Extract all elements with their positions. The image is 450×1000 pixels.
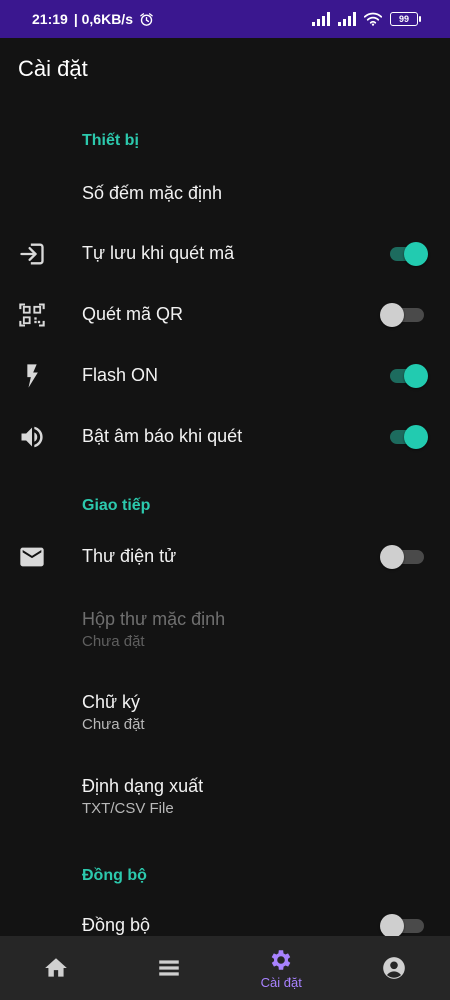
signal-icon-2 xyxy=(338,12,356,26)
status-time: 21:19 xyxy=(32,11,68,27)
email-switch[interactable] xyxy=(380,544,428,570)
account-icon xyxy=(382,957,405,979)
flash-switch-thumb xyxy=(404,364,428,388)
nav-home[interactable] xyxy=(0,936,113,1000)
qr-scan-switch-thumb xyxy=(380,303,404,327)
sync-switch-thumb xyxy=(380,914,404,938)
email-icon xyxy=(20,547,44,567)
default-count-row[interactable]: Số đếm mặc định xyxy=(0,172,450,216)
section-header-sync: Đồng bộ xyxy=(82,867,147,884)
wifi-icon xyxy=(364,12,382,26)
qr-scan-row[interactable]: Quét mã QR xyxy=(0,293,450,337)
qr-code-scan-icon xyxy=(19,303,45,327)
status-left: 21:19 | 0,6KB/s xyxy=(32,11,154,27)
sync-label: Đồng bộ xyxy=(82,915,151,935)
nav-settings[interactable]: Cài đặt xyxy=(225,936,338,1000)
export-format-label: Định dạng xuất xyxy=(82,776,204,796)
login-icon xyxy=(20,243,44,265)
menu-icon xyxy=(159,960,179,976)
alarm-icon xyxy=(140,12,153,26)
nav-list[interactable] xyxy=(113,936,226,1000)
network-speed: | 0,6KB/s xyxy=(73,11,133,27)
nav-account[interactable] xyxy=(338,936,450,1000)
bottom-navigation: Cài đặt xyxy=(0,936,450,1000)
page-title: Cài đặt xyxy=(18,56,88,81)
default-mailbox-row: Hộp thư mặc định Chưa đặt xyxy=(0,600,450,660)
signature-label: Chữ ký xyxy=(82,692,141,712)
autosave-row[interactable]: Tự lưu khi quét mã xyxy=(0,232,450,276)
default-mailbox-label: Hộp thư mặc định xyxy=(82,609,226,629)
autosave-switch-thumb xyxy=(404,242,428,266)
sound-switch-thumb xyxy=(404,425,428,449)
section-header-device: Thiết bị xyxy=(82,132,139,149)
nav-settings-label: Cài đặt xyxy=(260,974,302,990)
sound-row[interactable]: Bật âm báo khi quét xyxy=(0,415,450,459)
sound-switch[interactable] xyxy=(388,424,428,450)
signal-icon xyxy=(312,12,330,26)
gear-icon xyxy=(271,949,291,970)
status-bar: 21:19 | 0,6KB/s 99 xyxy=(0,0,450,38)
email-row[interactable]: Thư điện tử xyxy=(0,535,450,579)
qr-scan-switch[interactable] xyxy=(380,302,428,328)
flash-label: Flash ON xyxy=(82,365,159,385)
autosave-label: Tự lưu khi quét mã xyxy=(82,243,235,263)
export-format-value: TXT/CSV File xyxy=(82,800,174,817)
qr-scan-label: Quét mã QR xyxy=(82,304,184,324)
flash-switch[interactable] xyxy=(388,363,428,389)
email-switch-thumb xyxy=(380,545,404,569)
flash-icon xyxy=(27,364,38,388)
email-label: Thư điện tử xyxy=(82,546,177,566)
signature-value: Chưa đặt xyxy=(82,716,145,733)
autosave-switch[interactable] xyxy=(388,241,428,267)
default-mailbox-value: Chưa đặt xyxy=(82,633,145,650)
section-header-communication: Giao tiếp xyxy=(82,497,151,514)
export-format-row[interactable]: Định dạng xuất TXT/CSV File xyxy=(0,767,450,827)
default-count-label: Số đếm mặc định xyxy=(82,183,223,203)
signature-row[interactable]: Chữ ký Chưa đặt xyxy=(0,683,450,743)
battery-icon: 99 xyxy=(390,12,421,26)
home-icon xyxy=(45,958,68,977)
sound-label: Bật âm báo khi quét xyxy=(82,426,243,446)
volume-icon xyxy=(21,426,43,448)
status-right: 99 xyxy=(312,12,421,26)
flash-row[interactable]: Flash ON xyxy=(0,354,450,398)
